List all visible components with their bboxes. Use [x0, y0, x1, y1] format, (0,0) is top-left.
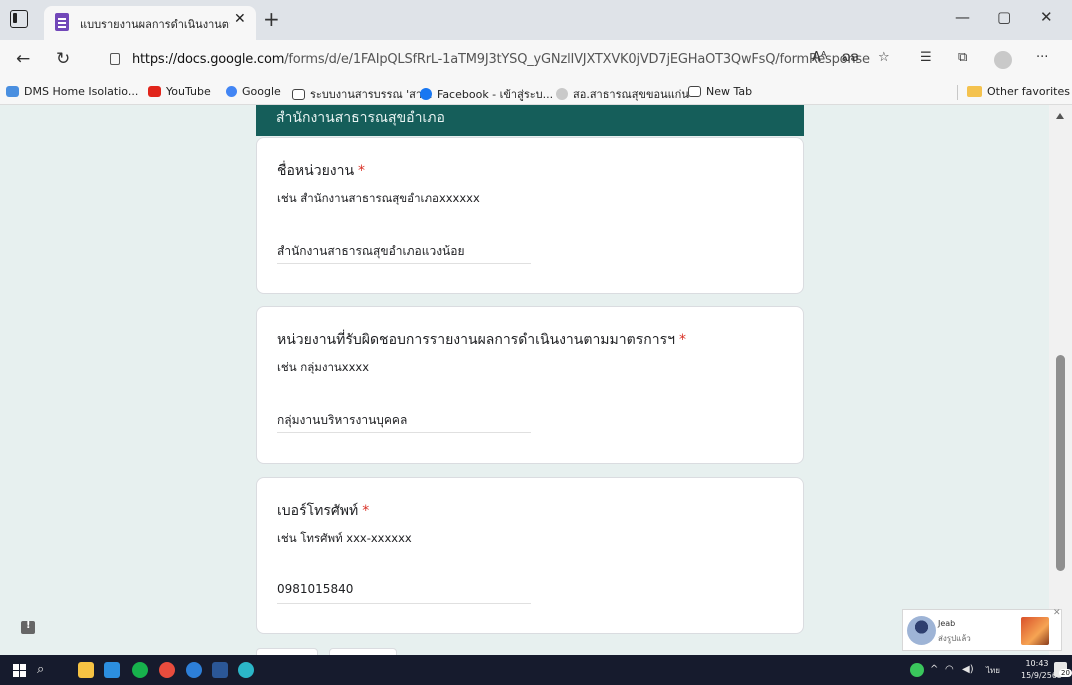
- volume-icon[interactable]: ◀): [962, 664, 974, 675]
- next-button[interactable]: [329, 648, 397, 655]
- page-info-icon[interactable]: [110, 53, 120, 65]
- bookmark-new-tab[interactable]: New Tab: [688, 85, 752, 98]
- search-icon[interactable]: ⌕: [37, 662, 44, 677]
- minimize-button[interactable]: —: [955, 8, 970, 26]
- new-tab-button[interactable]: +: [263, 7, 280, 31]
- status-tray-icon[interactable]: [910, 663, 924, 677]
- required-mark: *: [358, 163, 366, 179]
- file-explorer-icon[interactable]: [78, 662, 94, 678]
- google-forms-icon: [55, 13, 69, 31]
- question-help-text: เช่น สำนักงานสาธารณสุขอำเภอxxxxxx: [277, 191, 480, 205]
- question-title: ชื่อหน่วยงาน *: [277, 163, 366, 179]
- tray-chevron-icon[interactable]: ^: [930, 664, 938, 675]
- input-language[interactable]: ไทย: [986, 664, 1000, 677]
- url-domain: https://docs.google.com: [132, 52, 285, 67]
- question-card-responsible-unit: หน่วยงานที่รับผิดชอบการรายงานผลการดำเนิน…: [256, 306, 804, 464]
- url-text: https://docs.google.com/forms/d/e/1FAIpQ…: [132, 52, 870, 67]
- toast-close-icon[interactable]: ✕: [1053, 608, 1061, 618]
- sender-avatar: [907, 616, 936, 645]
- tab-title: แบบรายงานผลการดำเนินงานตามมาตรการฯ: [80, 18, 230, 31]
- question-card-phone: เบอร์โทรศัพท์ * เช่น โทรศัพท์ xxx-xxxxxx …: [256, 477, 804, 634]
- bookmarks-bar: DMS Home Isolatio... YouTube Google ระบบ…: [0, 80, 1072, 105]
- close-window-button[interactable]: ✕: [1040, 8, 1053, 26]
- notification-message: ส่งรูปแล้ว: [938, 634, 971, 643]
- question-title: หน่วยงานที่รับผิดชอบการรายงานผลการดำเนิน…: [277, 332, 686, 348]
- google-icon: [226, 86, 237, 97]
- bookmark-youtube[interactable]: YouTube: [148, 85, 211, 98]
- maximize-button[interactable]: ▢: [997, 8, 1011, 26]
- youtube-icon: [148, 86, 161, 97]
- collections-icon[interactable]: ⧉: [958, 50, 967, 65]
- line-app-icon[interactable]: [132, 662, 148, 678]
- bookmarks-divider: [957, 85, 958, 100]
- feedback-icon[interactable]: [21, 620, 35, 634]
- site-icon: [556, 88, 568, 100]
- address-bar[interactable]: https://docs.google.com/forms/d/e/1FAIpQ…: [100, 46, 870, 74]
- windows-taskbar: ⌕ ^ ◠ ◀) ไทย 10:43 15/9/2565 20: [0, 655, 1072, 685]
- read-aloud-icon[interactable]: Aᴬ: [812, 50, 827, 65]
- tab-actions-icon[interactable]: [10, 10, 28, 28]
- sender-name: Jeab: [938, 619, 956, 628]
- internet-explorer-icon[interactable]: [186, 662, 202, 678]
- bookmark-khonkaen-health[interactable]: สอ.สาธารณสุขขอนแก่น: [556, 85, 689, 103]
- add-favorite-icon[interactable]: ☆: [878, 50, 890, 65]
- mail-icon[interactable]: [104, 662, 120, 678]
- required-mark: *: [362, 503, 370, 519]
- question-help-text: เช่น กลุ่มงานxxxx: [277, 360, 369, 374]
- word-icon[interactable]: [212, 662, 228, 678]
- bookmark-google[interactable]: Google: [226, 85, 281, 98]
- translate-icon[interactable]: ລອ: [842, 50, 859, 65]
- question-card-unit-name: ชื่อหน่วยงาน * เช่น สำนักงานสาธารณสุขอำเภ…: [256, 137, 804, 294]
- form-header-card: สำนักงานสาธารณสุขอำเภอ: [256, 105, 804, 136]
- profile-avatar-icon[interactable]: [994, 51, 1012, 69]
- facebook-icon: [420, 88, 432, 100]
- url-path: /forms/d/e/1FAIpQLSfRrL-1aTM9J3tYSQ_yGNz…: [284, 52, 870, 67]
- phone-input[interactable]: 0981015840: [277, 578, 531, 604]
- chrome-icon[interactable]: [159, 662, 175, 678]
- question-title: เบอร์โทรศัพท์ *: [277, 503, 370, 519]
- scroll-up-arrow-icon[interactable]: [1056, 113, 1064, 119]
- required-mark: *: [678, 332, 686, 348]
- back-arrow-icon[interactable]: ←: [16, 49, 30, 69]
- tab-close-icon[interactable]: ✕: [234, 11, 246, 27]
- scroll-thumb[interactable]: [1056, 355, 1065, 571]
- back-button[interactable]: [256, 648, 318, 655]
- form-page: สำนักงานสาธารณสุขอำเภอ ชื่อหน่วยงาน * เช่…: [0, 105, 1072, 655]
- tab-strip: แบบรายงานผลการดำเนินงานตามมาตรการฯ ✕ + —…: [0, 0, 1072, 40]
- image-thumbnail: [1021, 617, 1049, 645]
- notification-count-badge: 20: [1059, 669, 1072, 677]
- refresh-icon[interactable]: ↻: [56, 49, 70, 69]
- network-icon[interactable]: ◠: [945, 664, 954, 675]
- responsible-unit-input[interactable]: กลุ่มงานบริหารงานบุคคล: [277, 407, 531, 433]
- other-favorites-folder[interactable]: Other favorites: [967, 85, 1070, 98]
- bookmark-facebook[interactable]: Facebook - เข้าสู่ระบ...: [420, 85, 553, 103]
- system-clock[interactable]: 10:43 15/9/2565: [1021, 658, 1062, 682]
- page-icon: [292, 89, 305, 100]
- chat-notification-toast[interactable]: Jeab ส่งรูปแล้ว ✕: [902, 608, 1062, 651]
- favorites-icon[interactable]: ☰: [920, 50, 932, 65]
- unit-name-input[interactable]: สำนักงานสาธารณสุขอำเภอแวงน้อย: [277, 238, 531, 264]
- page-icon: [688, 86, 701, 97]
- question-help-text: เช่น โทรศัพท์ xxx-xxxxxx: [277, 531, 412, 545]
- page-scrollbar[interactable]: [1049, 105, 1072, 655]
- edge-icon[interactable]: [238, 662, 254, 678]
- windows-start-icon[interactable]: [13, 664, 26, 677]
- folder-icon: [967, 86, 982, 97]
- dms-icon: [6, 86, 19, 97]
- more-options-icon[interactable]: ···: [1036, 50, 1048, 65]
- address-toolbar: ← ↻ https://docs.google.com/forms/d/e/1F…: [0, 40, 1072, 80]
- form-header-title: สำนักงานสาธารณสุขอำเภอ: [276, 110, 445, 126]
- bookmark-dms-home-isolation[interactable]: DMS Home Isolatio...: [6, 85, 138, 98]
- bookmark-saraban[interactable]: ระบบงานสารบรรณ 'สา...: [292, 85, 433, 103]
- browser-tab[interactable]: แบบรายงานผลการดำเนินงานตามมาตรการฯ ✕: [44, 6, 256, 40]
